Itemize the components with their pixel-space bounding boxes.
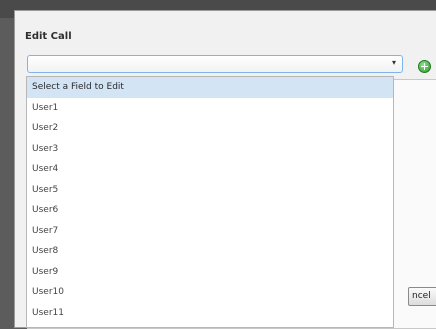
dropdown-option[interactable]: User1 xyxy=(27,98,393,119)
field-dropdown-list: Select a Field to Edit User1 User2 User3… xyxy=(26,76,394,328)
dropdown-option[interactable]: User6 xyxy=(27,200,393,221)
add-circle-icon[interactable] xyxy=(418,60,431,73)
dropdown-option[interactable]: User8 xyxy=(27,241,393,262)
cancel-button[interactable]: ncel xyxy=(408,287,436,306)
dropdown-option[interactable]: User10 xyxy=(27,282,393,303)
dropdown-option[interactable]: User4 xyxy=(27,159,393,180)
dropdown-option[interactable]: User11 xyxy=(27,303,393,324)
dropdown-option[interactable]: User7 xyxy=(27,221,393,242)
field-select[interactable]: ▾ xyxy=(27,55,403,73)
dropdown-option[interactable]: User5 xyxy=(27,180,393,201)
dialog-title: Edit Call xyxy=(25,31,72,42)
dropdown-option[interactable]: User3 xyxy=(27,139,393,160)
dropdown-option[interactable]: Select a Field to Edit xyxy=(27,77,393,98)
dropdown-option[interactable]: User2 xyxy=(27,118,393,139)
chevron-down-icon[interactable]: ▾ xyxy=(392,58,396,67)
dropdown-option[interactable]: User9 xyxy=(27,262,393,283)
